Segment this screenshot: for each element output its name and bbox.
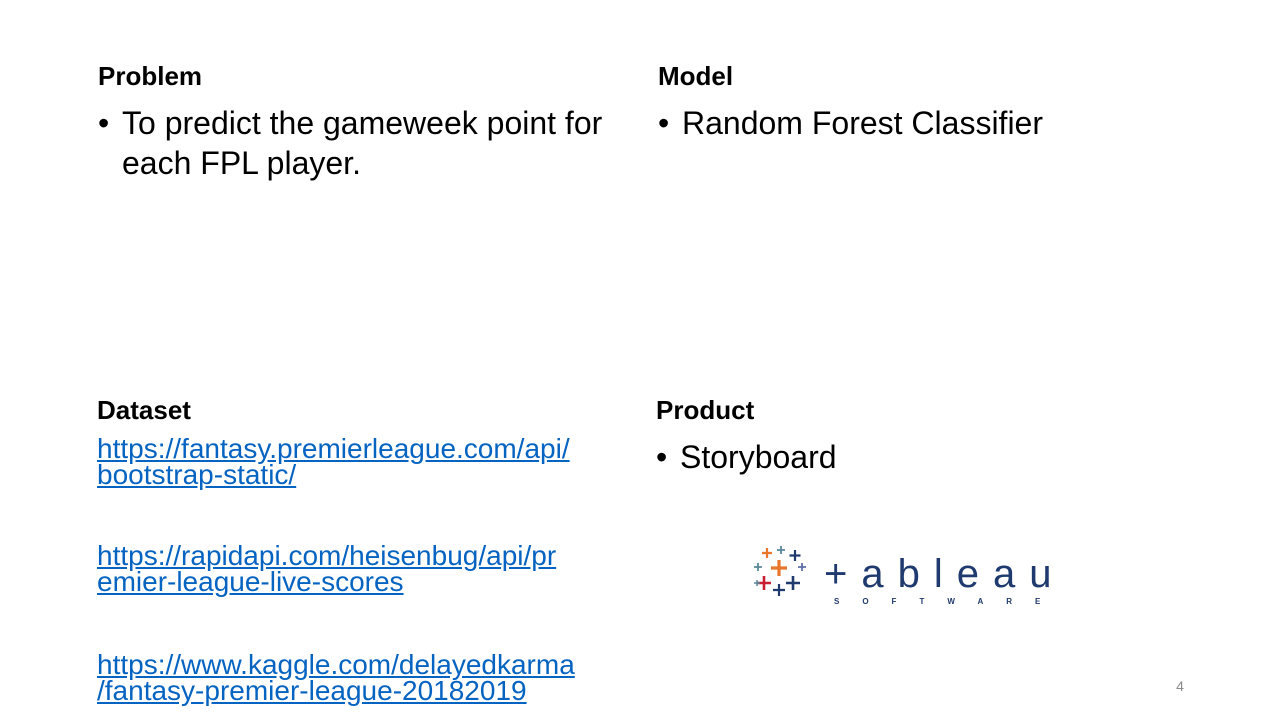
tableau-crosses-icon	[754, 546, 806, 596]
dataset-heading: Dataset	[97, 395, 191, 425]
link-line: /fantasy-premier-league-20182019	[97, 675, 527, 706]
problem-heading: Problem	[98, 61, 203, 91]
tableau-wordmark: +ableau	[824, 552, 1065, 596]
bullet-dot: •	[658, 105, 670, 141]
link-line: emier-league-live-scores	[97, 566, 404, 597]
tableau-subtext: SOFTWARE	[834, 597, 1063, 606]
slide: Problem • To predict the gameweek point f…	[0, 0, 1280, 720]
model-bullet: • Random Forest Classifier	[658, 103, 1202, 143]
problem-bullet: • To predict the gameweek point for each …	[98, 103, 642, 183]
model-bullet-text: Random Forest Classifier	[682, 105, 1043, 141]
dataset-link-rapidapi[interactable]: https://rapidapi.com/heisenbug/api/pr em…	[97, 542, 556, 597]
product-heading: Product	[656, 395, 755, 425]
link-line: bootstrap-static/	[97, 459, 297, 490]
tableau-logo: +ableau SOFTWARE	[754, 546, 1065, 606]
dataset-link-kaggle[interactable]: https://www.kaggle.com/delayedkarma /fan…	[97, 651, 575, 706]
dataset-link-fpl-api[interactable]: https://fantasy.premierleague.com/api/ b…	[97, 435, 570, 490]
page-number: 4	[1176, 678, 1184, 694]
product-bullet: • Storyboard	[656, 437, 1200, 477]
bullet-dot: •	[656, 439, 668, 475]
model-heading: Model	[658, 61, 734, 91]
problem-bullet-text: To predict the gameweek point for each F…	[122, 105, 603, 181]
bullet-dot: •	[98, 105, 110, 141]
product-bullet-text: Storyboard	[680, 439, 837, 475]
